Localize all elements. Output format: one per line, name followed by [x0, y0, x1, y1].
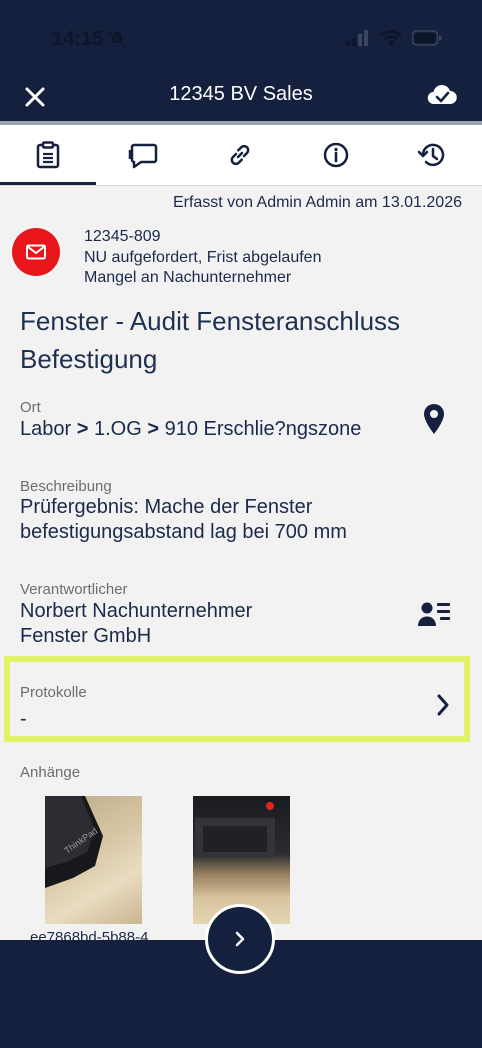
- location-value: Labor > 1.OG > 910 Erschlie?ngszone: [20, 417, 361, 442]
- clipboard-icon: [36, 141, 60, 169]
- location-part: 910 Erschlie?ngszone: [164, 418, 362, 440]
- chevron-right-icon: [235, 931, 245, 947]
- envelope-icon: [26, 244, 46, 260]
- responsible-company: Fenster GmbH: [20, 625, 152, 647]
- location-label: Ort: [20, 399, 41, 416]
- tab-info[interactable]: [288, 125, 384, 185]
- attachment-thumbnail[interactable]: ThinkPad: [45, 796, 142, 924]
- navigation-bar: 12345 BV Sales: [0, 72, 482, 122]
- active-tab-indicator: [0, 182, 96, 185]
- responsible-name: Norbert Nachunternehmer: [20, 600, 253, 622]
- link-icon: [230, 144, 250, 166]
- bell-muted-icon: [108, 30, 126, 53]
- status-badge: [12, 228, 60, 276]
- location-separator: >: [147, 418, 160, 440]
- contact-list-icon[interactable]: [418, 600, 452, 633]
- tab-protocol[interactable]: [0, 125, 96, 185]
- laptop-photo-image: ThinkPad: [45, 796, 103, 888]
- tab-links[interactable]: [192, 125, 288, 185]
- info-icon: [323, 142, 349, 168]
- responsible-value: Norbert Nachunternehmer Fenster GmbH: [20, 599, 252, 649]
- location-part: Labor: [20, 418, 72, 440]
- status-bar: 14:15: [0, 0, 482, 80]
- responsible-label: Verantwortlicher: [20, 581, 128, 598]
- recorded-by-text: Erfasst von Admin Admin am 13.01.2026: [172, 194, 462, 211]
- wifi-icon: [380, 30, 402, 46]
- issue-category: Mangel an Nachunternehmer: [84, 269, 292, 286]
- battery-icon: [412, 30, 442, 46]
- protocols-value: -: [20, 708, 27, 730]
- signal-icon: [346, 30, 368, 46]
- chat-icon: [128, 143, 158, 169]
- issue-header: 12345-809 NU aufgefordert, Frist abgelau…: [84, 227, 321, 289]
- description-line: Prüfergebnis: Mache der Fenster: [20, 496, 313, 518]
- status-time: 14:15: [52, 28, 104, 50]
- location-separator: >: [76, 418, 89, 440]
- description-label: Beschreibung: [20, 478, 112, 495]
- attachments-label: Anhänge: [20, 764, 81, 781]
- description-line: befestigungsabstand lag bei 700 mm: [20, 521, 347, 543]
- issue-title: Fenster - Audit Fensteranschluss Befesti…: [20, 306, 401, 374]
- location-part: 1.OG: [93, 418, 142, 440]
- protocols-label: Protokolle: [20, 684, 87, 701]
- tab-history[interactable]: [384, 125, 480, 185]
- description-value: Prüfergebnis: Mache der Fenster befestig…: [20, 495, 347, 545]
- cloud-sync-icon[interactable]: [426, 82, 458, 113]
- page-title: 12345 BV Sales: [169, 83, 313, 105]
- tab-bar: [0, 125, 482, 186]
- issue-status: NU aufgefordert, Frist abgelaufen: [84, 248, 322, 266]
- next-button[interactable]: [205, 904, 275, 974]
- history-icon: [417, 143, 445, 167]
- tab-comments[interactable]: [96, 125, 192, 185]
- issue-number: 12345-809: [84, 228, 161, 245]
- chevron-right-icon: [436, 694, 450, 721]
- attachment-filename: ee7868bd-5b88-4: [30, 929, 149, 940]
- protocols-row[interactable]: Protokolle -: [4, 656, 470, 742]
- map-pin-icon[interactable]: [422, 403, 446, 440]
- system-status-icons: [346, 30, 442, 46]
